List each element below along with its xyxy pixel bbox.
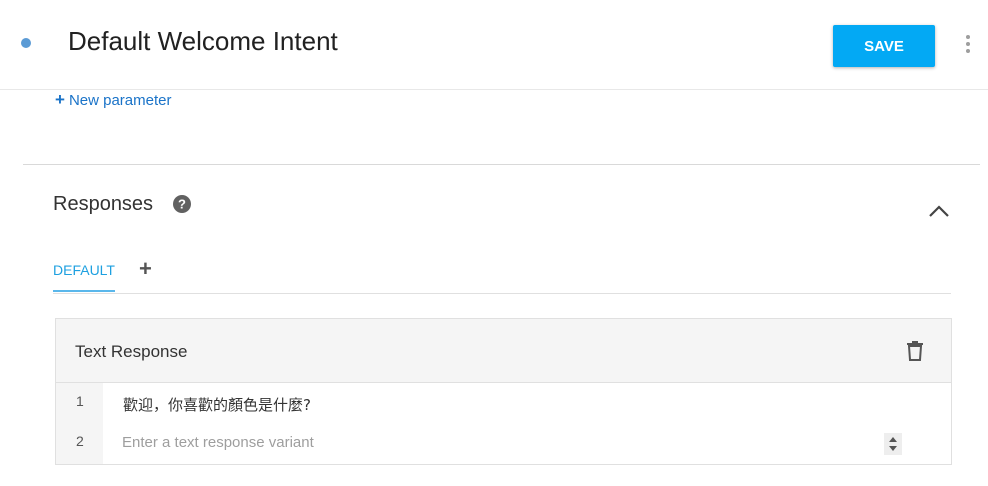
- tab-default[interactable]: DEFAULT: [53, 262, 115, 292]
- plus-icon: +: [55, 90, 65, 109]
- svg-text:?: ?: [178, 197, 186, 212]
- intent-title[interactable]: Default Welcome Intent: [68, 26, 338, 57]
- chevron-up-icon[interactable]: [927, 202, 951, 220]
- status-dot-icon: [21, 38, 31, 48]
- new-parameter-link[interactable]: + New parameter: [55, 90, 171, 110]
- responses-title: Responses: [53, 193, 154, 215]
- trash-icon[interactable]: [906, 341, 924, 361]
- tabs-underline: [53, 293, 951, 294]
- spinner-arrows-icon[interactable]: [884, 433, 902, 455]
- new-parameter-label: New parameter: [68, 92, 172, 109]
- line-number: 1: [76, 393, 84, 409]
- add-tab-icon[interactable]: +: [139, 257, 152, 281]
- intent-header: Default Welcome Intent SAVE: [0, 0, 988, 90]
- line-number: 2: [76, 433, 84, 449]
- help-circle-icon[interactable]: ?: [173, 195, 191, 213]
- text-response-variant-input[interactable]: [122, 429, 892, 455]
- card-header: Text Response: [56, 319, 951, 383]
- save-button[interactable]: SAVE: [833, 25, 935, 67]
- section-divider: [23, 164, 980, 165]
- line-number-gutter: 1 2: [56, 383, 103, 464]
- card-title: Text Response: [75, 342, 188, 361]
- text-response-card: Text Response 1 2 歡迎，你喜歡的顏色是什麼?: [55, 318, 952, 465]
- more-vert-icon[interactable]: [958, 31, 978, 57]
- response-text-line[interactable]: 歡迎，你喜歡的顏色是什麼?: [123, 394, 311, 415]
